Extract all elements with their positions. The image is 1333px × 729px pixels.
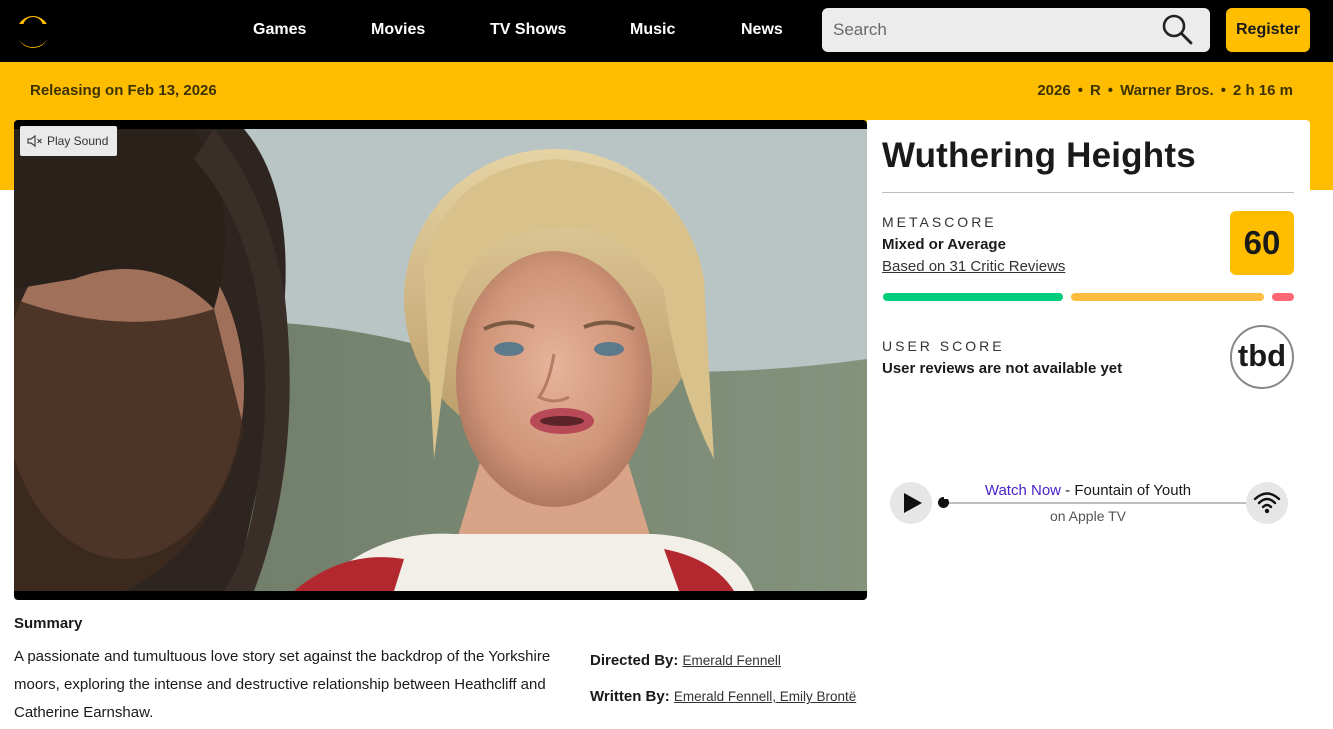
separator-dot: •: [1107, 82, 1114, 99]
watch-progress-track: [944, 502, 1248, 504]
movie-title: Wuthering Heights: [882, 136, 1196, 175]
nav-movies-link[interactable]: Movies: [371, 20, 425, 40]
summary-text: A passionate and tumultuous love story s…: [14, 648, 551, 721]
nav-news-link[interactable]: News: [741, 20, 783, 40]
broadcast-icon: [1253, 492, 1281, 514]
metacritic-logo-icon[interactable]: [12, 14, 54, 50]
critic-reviews-link[interactable]: Based on 31 Critic Reviews: [882, 258, 1065, 275]
runtime: 2 h 16 m: [1232, 82, 1293, 99]
written-by-label: Written By:: [590, 688, 670, 705]
release-year: 2026: [1037, 82, 1071, 99]
metascore-verdict: Mixed or Average: [882, 236, 1006, 253]
muted-speaker-icon: [27, 134, 42, 148]
user-score-verdict: User reviews are not available yet: [882, 360, 1123, 377]
movie-meta-strip: 2026 • R • Warner Bros. • 2 h 16 m: [1037, 82, 1293, 99]
summary-heading: Summary: [14, 615, 83, 632]
user-score-badge[interactable]: tbd: [1230, 325, 1294, 389]
metascore-badge[interactable]: 60: [1230, 211, 1294, 275]
divider: [882, 192, 1294, 193]
positive-reviews-bar: [883, 293, 1063, 301]
search-box: [822, 8, 1210, 52]
user-score-label: USER SCORE: [882, 338, 1005, 354]
watch-now-line: Watch Now - Fountain of Youth: [944, 482, 1232, 499]
watch-separator: -: [1061, 482, 1075, 499]
written-by-row: Written By: Emerald Fennell, Emily Bront…: [590, 688, 856, 705]
search-input[interactable]: [822, 8, 1162, 52]
play-icon: [904, 493, 922, 513]
directed-by-label: Directed By:: [590, 652, 679, 669]
nav-tv-shows-link[interactable]: TV Shows: [490, 20, 566, 40]
directed-by-row: Directed By: Emerald Fennell: [590, 652, 781, 669]
watch-title: Fountain of Youth: [1074, 482, 1192, 499]
negative-reviews-bar: [1272, 293, 1294, 301]
register-button[interactable]: Register: [1226, 8, 1310, 52]
watch-platform: on Apple TV: [1049, 508, 1127, 524]
separator-dot: •: [1077, 82, 1083, 99]
studio-name: Warner Bros.: [1120, 82, 1214, 99]
play-sound-button[interactable]: Play Sound: [20, 126, 117, 156]
watch-now-link[interactable]: Watch Now: [985, 482, 1061, 499]
broadcast-button[interactable]: [1246, 482, 1288, 524]
rating-badge: R: [1089, 82, 1101, 99]
writers-link[interactable]: Emerald Fennell, Emily Brontë: [674, 689, 856, 704]
nav-music-link[interactable]: Music: [630, 20, 675, 40]
director-link[interactable]: Emerald Fennell: [683, 653, 781, 668]
mixed-reviews-bar: [1071, 293, 1264, 301]
metascore-label: METASCORE: [882, 214, 997, 230]
separator-dot: •: [1220, 82, 1226, 99]
trailer-video-player[interactable]: [14, 120, 867, 600]
trailer-video-frame: [14, 129, 867, 591]
play-sound-label: Play Sound: [47, 134, 109, 148]
nav-games-link[interactable]: Games: [253, 20, 306, 40]
search-icon[interactable]: [1160, 12, 1194, 46]
watch-play-button[interactable]: [890, 482, 932, 524]
release-date-text: Releasing on Feb 13, 2026: [30, 82, 217, 99]
